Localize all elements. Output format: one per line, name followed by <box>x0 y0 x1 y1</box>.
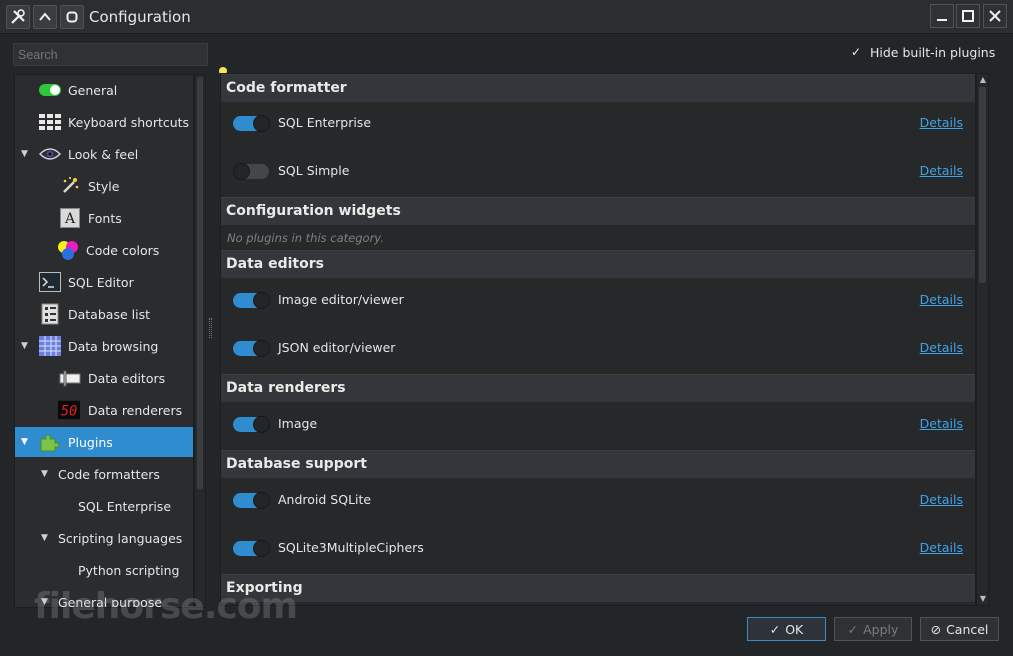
keyboard-icon <box>39 111 61 133</box>
plugin-row: Image editor/viewer Details <box>221 277 975 325</box>
watermark-logo: filehorse.com <box>34 586 298 627</box>
scroll-down-icon[interactable]: ▼ <box>978 594 988 604</box>
tree-item-style[interactable]: Style <box>15 171 193 201</box>
tree-item-general[interactable]: General <box>15 75 193 105</box>
category-header: Data editors <box>221 250 975 278</box>
search-input[interactable] <box>13 43 208 66</box>
terminal-icon <box>39 271 61 293</box>
plugin-row: JSON editor/viewer Details <box>221 325 975 373</box>
data-editor-icon <box>59 367 81 389</box>
plugin-row: SQL Simple Details <box>221 148 975 196</box>
cancel-button[interactable]: ⊘ Cancel <box>920 617 999 641</box>
window-title: Configuration <box>89 8 191 26</box>
minimize-button[interactable] <box>930 4 954 28</box>
database-list-icon <box>39 303 61 325</box>
plugin-row: Android SQLite Details <box>221 477 975 525</box>
keep-on-top-button[interactable] <box>60 5 84 29</box>
tree-item-code-colors[interactable]: Code colors <box>15 235 193 265</box>
plugin-name: SQL Enterprise <box>278 115 372 130</box>
details-link[interactable]: Details <box>920 540 963 555</box>
plugin-toggle[interactable] <box>233 492 270 509</box>
tree-item-data-renderers[interactable]: 50 Data renderers <box>15 395 193 425</box>
hide-builtin-checkbox[interactable]: ✓ Hide built-in plugins <box>851 45 995 60</box>
plugin-name: Image <box>278 416 318 431</box>
details-link[interactable]: Details <box>920 163 963 178</box>
tools-icon[interactable] <box>6 5 30 29</box>
plugin-row: SQLite3MultipleCiphers Details <box>221 525 975 573</box>
scrollbar-thumb[interactable] <box>197 77 203 489</box>
plugin-name: Android SQLite <box>278 492 372 507</box>
chevron-down-icon[interactable]: ▼ <box>41 469 49 479</box>
puzzle-icon <box>39 431 61 453</box>
chevron-down-icon[interactable]: ▼ <box>41 533 49 543</box>
tree-item-look-feel[interactable]: ▼ Look & feel <box>15 139 193 169</box>
svg-text:50: 50 <box>61 404 78 420</box>
category-header: Data renderers <box>221 374 975 402</box>
details-link[interactable]: Details <box>920 492 963 507</box>
plugin-name: JSON editor/viewer <box>278 340 396 355</box>
category-header: Code formatter <box>221 74 975 102</box>
apply-button[interactable]: ✓ Apply <box>834 617 912 641</box>
tree-item-sql-editor[interactable]: SQL Editor <box>15 267 193 297</box>
plugin-name: SQL Simple <box>278 163 350 178</box>
tree-item-data-editors[interactable]: Data editors <box>15 363 193 393</box>
category-header: Exporting <box>221 574 975 602</box>
tree-item-python-scripting[interactable]: Python scripting <box>15 555 193 585</box>
color-circles-icon <box>57 239 79 261</box>
close-button[interactable] <box>983 4 1007 28</box>
category-header: Configuration widgets <box>221 197 975 225</box>
details-link[interactable]: Details <box>920 416 963 431</box>
chevron-down-icon[interactable]: ▼ <box>21 437 29 447</box>
hide-builtin-label: Hide built-in plugins <box>870 45 996 60</box>
plugin-toggle[interactable] <box>233 163 269 180</box>
font-icon: A <box>59 207 81 229</box>
plugin-name: SQLite3MultipleCiphers <box>278 540 424 555</box>
plugin-toggle[interactable] <box>233 540 270 557</box>
plugins-panel: Code formatter SQL Enterprise Details SQ… <box>220 73 976 606</box>
plugin-toggle[interactable] <box>233 340 270 357</box>
tree-item-plugins[interactable]: ▼ Plugins <box>15 427 193 457</box>
tree-item-data-browsing[interactable]: ▼ Data browsing <box>15 331 193 361</box>
empty-category-text: No plugins in this category. <box>227 231 384 245</box>
checkmark-icon: ✓ <box>851 45 862 59</box>
maximize-button[interactable] <box>956 4 980 28</box>
tree-item-scripting-languages[interactable]: ▼ Scripting languages <box>15 523 193 553</box>
eye-icon <box>39 143 61 165</box>
tree-item-keyboard-shortcuts[interactable]: Keyboard shortcuts <box>15 107 193 137</box>
scrollbar-thumb[interactable] <box>979 87 986 283</box>
tree-scrollbar[interactable] <box>194 74 206 608</box>
svg-text:A: A <box>64 211 76 227</box>
shade-window-button[interactable] <box>33 5 57 29</box>
plugin-toggle[interactable] <box>233 416 270 433</box>
category-header: Database support <box>221 450 975 478</box>
chevron-down-icon[interactable]: ▼ <box>21 149 29 159</box>
check-icon: ✓ <box>847 621 859 637</box>
plugin-toggle[interactable] <box>233 115 270 132</box>
settings-tree: General Keyboard shortcuts ▼ Look & feel… <box>14 74 194 608</box>
digital-display-icon: 50 <box>58 399 80 421</box>
details-link[interactable]: Details <box>920 292 963 307</box>
plugins-scrollbar[interactable]: ▲ ▼ <box>976 73 989 606</box>
plugin-toggle[interactable] <box>233 292 270 309</box>
ok-button[interactable]: ✓ OK <box>747 617 826 641</box>
plugin-row: SQL Enterprise Details <box>221 100 975 148</box>
check-icon: ✓ <box>769 621 781 637</box>
scroll-up-icon[interactable]: ▲ <box>978 75 988 85</box>
title-bar: Configuration <box>0 0 1013 34</box>
magic-wand-icon <box>59 175 81 197</box>
tree-item-database-list[interactable]: Database list <box>15 299 193 329</box>
details-link[interactable]: Details <box>920 115 963 130</box>
tree-item-fonts[interactable]: A Fonts <box>15 203 193 233</box>
plugin-row: Image Details <box>221 401 975 449</box>
details-link[interactable]: Details <box>920 340 963 355</box>
chevron-down-icon[interactable]: ▼ <box>21 341 29 351</box>
tree-item-sql-enterprise[interactable]: SQL Enterprise <box>15 491 193 521</box>
plugin-name: Image editor/viewer <box>278 292 404 307</box>
tree-item-code-formatters[interactable]: ▼ Code formatters <box>15 459 193 489</box>
toggle-icon <box>39 79 61 101</box>
splitter-handle[interactable] <box>209 318 212 338</box>
cancel-icon: ⊘ <box>930 621 942 637</box>
grid-icon <box>39 335 61 357</box>
